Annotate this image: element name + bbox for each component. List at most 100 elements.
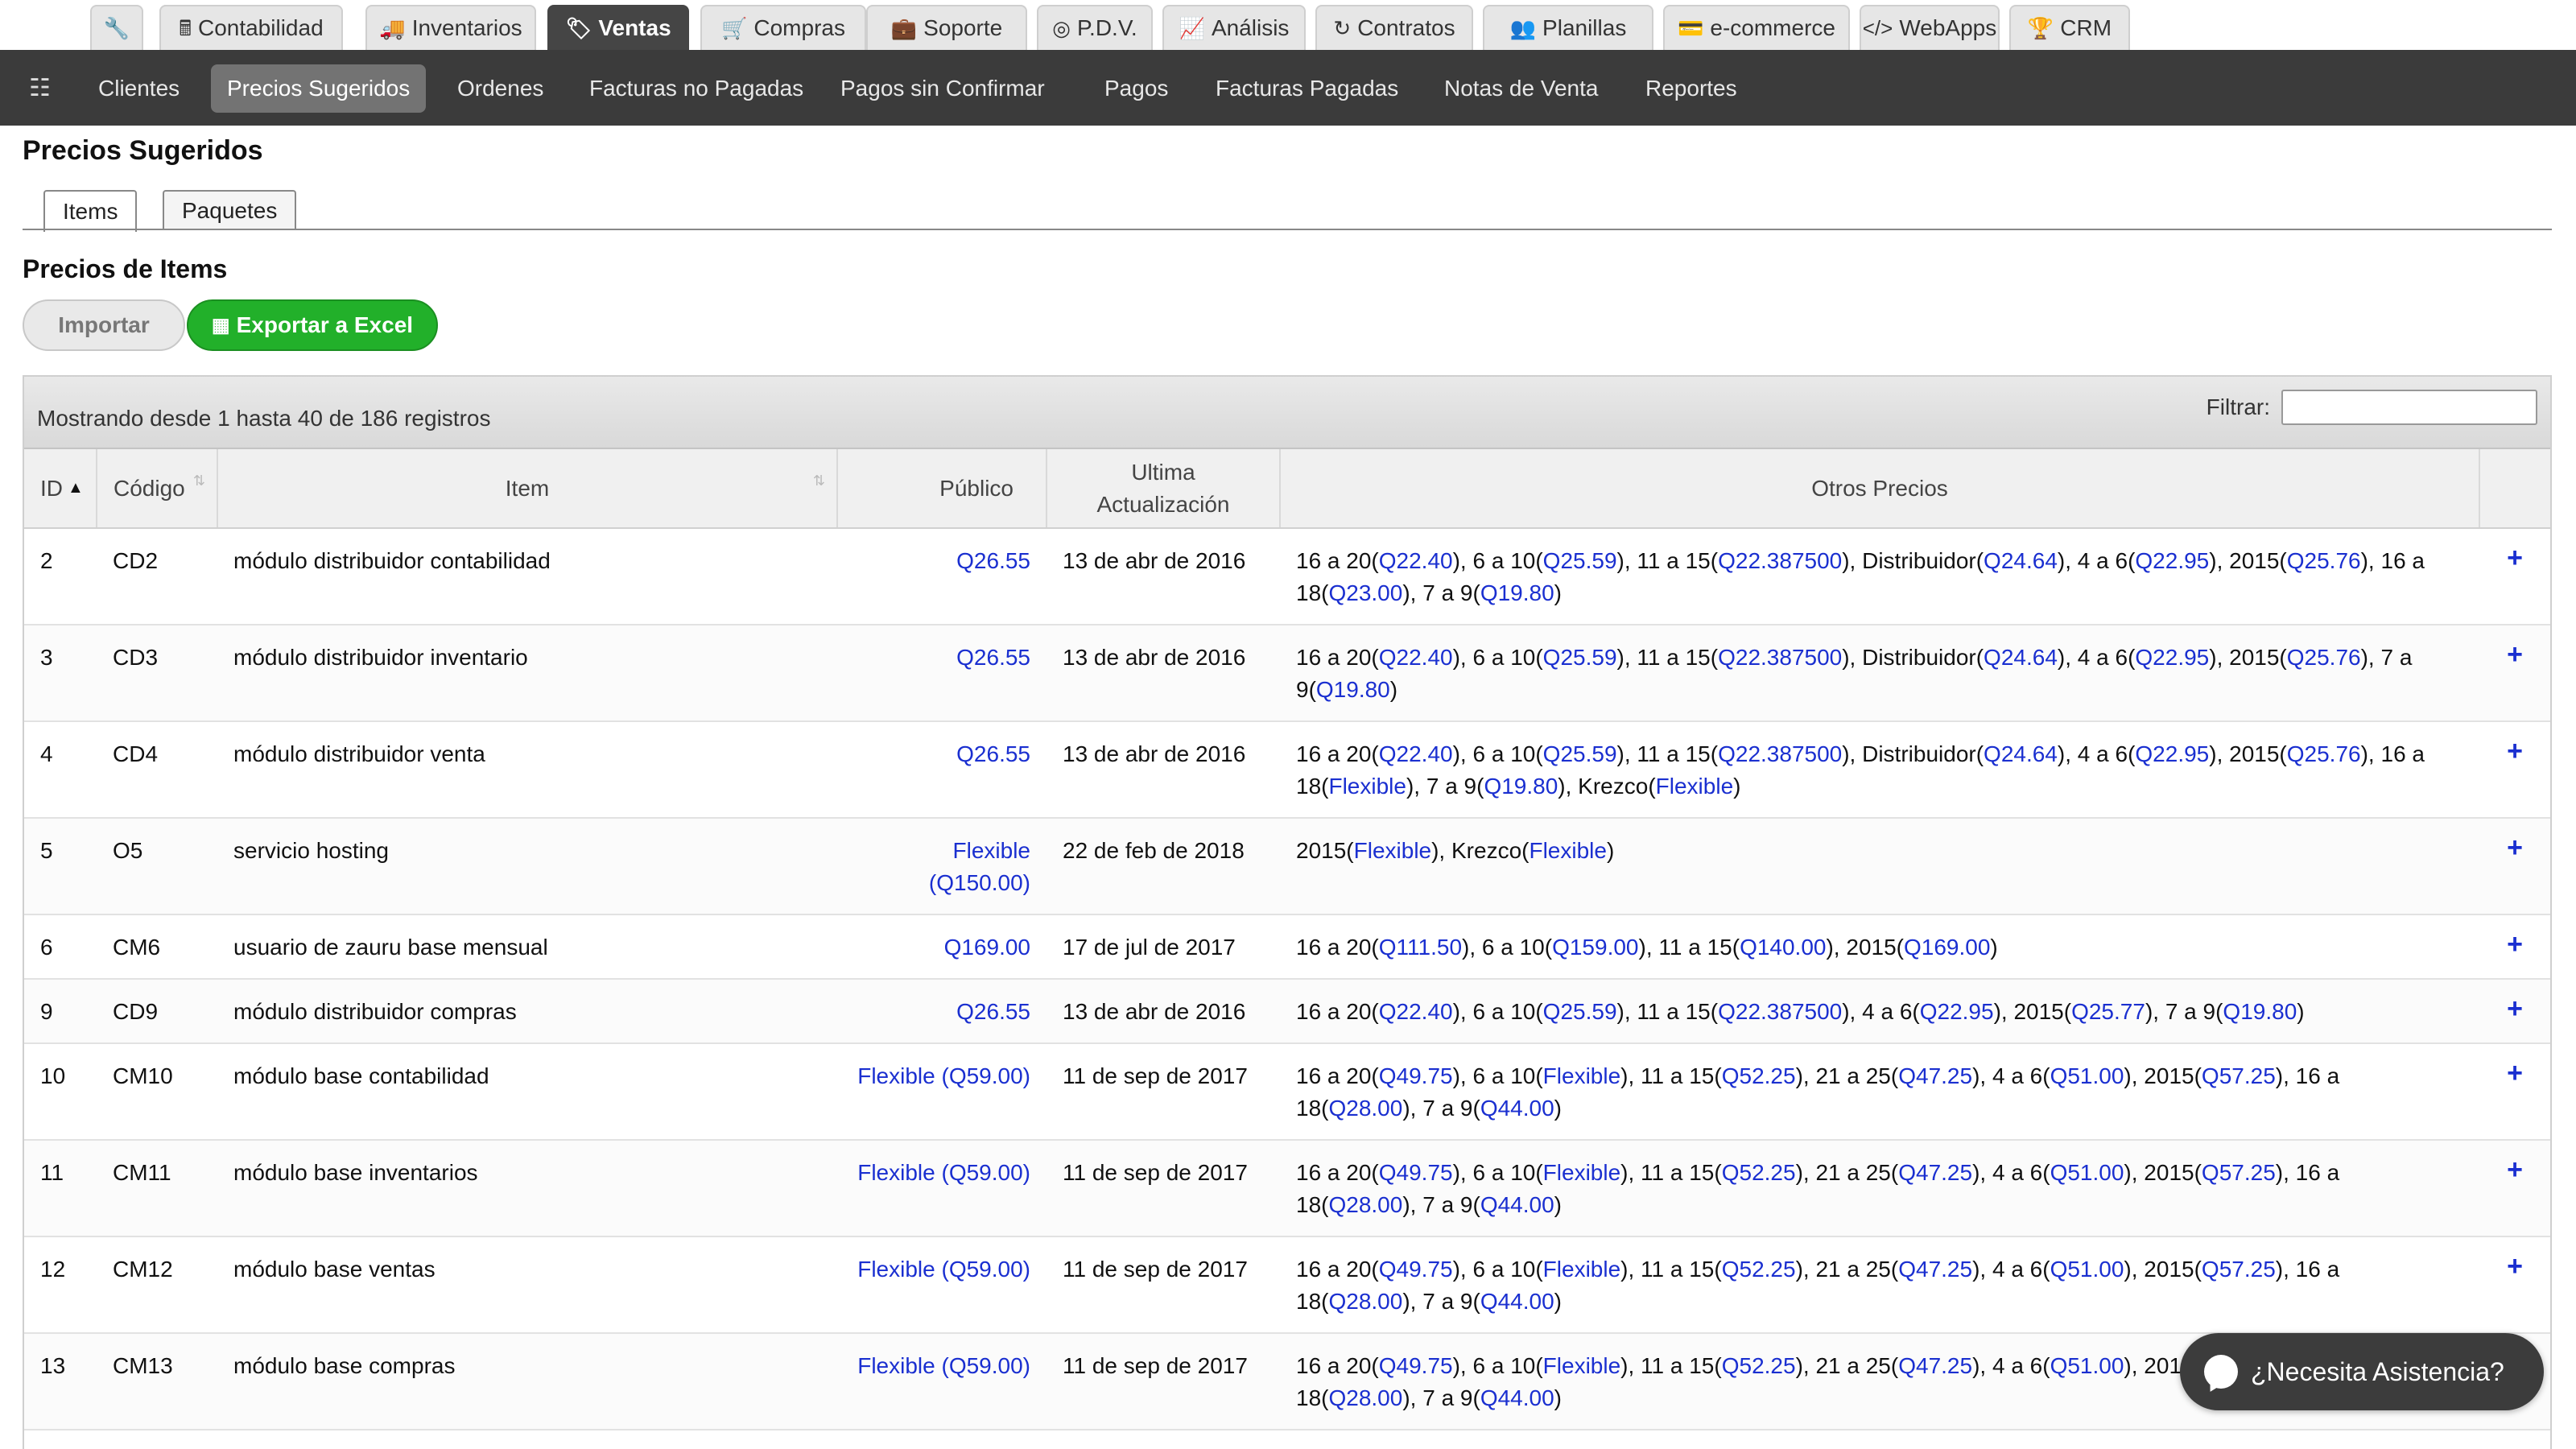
submenu-item-ordenes[interactable]: Ordenes	[441, 64, 559, 113]
price-link[interactable]: Flexible	[1328, 774, 1406, 799]
add-price-icon[interactable]: +	[2496, 1253, 2534, 1280]
price-link[interactable]: Q25.77	[2071, 999, 2145, 1024]
price-link[interactable]: Q19.80	[1316, 677, 1390, 702]
module-tab-soporte[interactable]: 💼 Soporte	[866, 5, 1027, 50]
column-header-updated[interactable]: Ultima Actualización	[1046, 449, 1281, 529]
add-price-icon[interactable]: +	[2496, 1059, 2534, 1087]
price-link[interactable]: Flexible	[1529, 838, 1606, 863]
price-link[interactable]: Q57.25	[2202, 1160, 2276, 1185]
price-link[interactable]: Flexible	[1354, 838, 1431, 863]
price-link[interactable]: Q49.75	[1379, 1063, 1453, 1088]
add-price-icon[interactable]: +	[2496, 995, 2534, 1022]
price-link[interactable]: Q52.25	[1722, 1160, 1796, 1185]
price-link[interactable]: Q47.25	[1898, 1353, 1972, 1378]
module-tab-wrench[interactable]: 🔧	[90, 5, 143, 50]
price-link[interactable]: Q22.95	[2135, 741, 2209, 766]
price-link[interactable]: Flexible (Q59.00)	[857, 1160, 1030, 1185]
price-link[interactable]: Q25.76	[2287, 645, 2361, 670]
module-tab-an-lisis[interactable]: 📈 Análisis	[1162, 5, 1306, 50]
column-header-code[interactable]: Código ⇅	[97, 449, 218, 529]
price-link[interactable]: Q25.59	[1543, 645, 1617, 670]
price-link[interactable]: Q44.00	[1480, 1289, 1554, 1314]
price-link[interactable]: Flexible (Q59.00)	[857, 1063, 1030, 1088]
price-link[interactable]: Flexible	[1543, 1257, 1620, 1282]
price-link[interactable]: Q24.64	[1984, 741, 2058, 766]
price-link[interactable]: Q22.40	[1379, 548, 1453, 573]
price-link[interactable]: Q24.64	[1984, 548, 2058, 573]
export-excel-button[interactable]: ▦ Exportar a Excel	[187, 299, 438, 351]
submenu-item-pagos-sin-confirmar[interactable]: Pagos sin Confirmar	[824, 64, 1061, 113]
price-link[interactable]: Q19.80	[2223, 999, 2297, 1024]
price-link[interactable]: Q22.95	[1920, 999, 1994, 1024]
column-header-id[interactable]: ID ▲	[24, 449, 97, 529]
price-link[interactable]: Q22.95	[2135, 645, 2209, 670]
tab-paquetes[interactable]: Paquetes	[163, 190, 297, 230]
price-link[interactable]: Q25.76	[2287, 741, 2361, 766]
price-link[interactable]: Q169.00	[1904, 935, 1990, 960]
add-price-icon[interactable]: +	[2496, 544, 2534, 572]
price-link[interactable]: Q22.387500	[1718, 741, 1842, 766]
price-link[interactable]: Q22.387500	[1718, 999, 1842, 1024]
submenu-item-facturas-pagadas[interactable]: Facturas Pagadas	[1199, 64, 1414, 113]
price-link[interactable]: Q49.75	[1379, 1257, 1453, 1282]
import-button[interactable]: Importar	[23, 299, 185, 351]
price-link[interactable]: Q47.25	[1898, 1063, 1972, 1088]
add-price-icon[interactable]: +	[2496, 737, 2534, 765]
module-tab-contabilidad[interactable]: 🖩 Contabilidad	[159, 5, 343, 50]
price-link[interactable]: Q22.95	[2135, 548, 2209, 573]
submenu-item-reportes[interactable]: Reportes	[1629, 64, 1753, 113]
price-link[interactable]: Q49.75	[1379, 1160, 1453, 1185]
price-link[interactable]: Q51.00	[2050, 1160, 2124, 1185]
price-link[interactable]: Q25.76	[2287, 548, 2361, 573]
price-link[interactable]: Q44.00	[1480, 1192, 1554, 1217]
submenu-item-facturas-no-pagadas[interactable]: Facturas no Pagadas	[573, 64, 819, 113]
price-link[interactable]: Q24.64	[1984, 645, 2058, 670]
submenu-item-pagos[interactable]: Pagos	[1088, 64, 1184, 113]
module-tab-contratos[interactable]: ↻ Contratos	[1315, 5, 1473, 50]
tab-items[interactable]: Items	[43, 190, 138, 232]
price-link[interactable]: Q52.25	[1722, 1353, 1796, 1378]
price-link[interactable]: Q51.00	[2050, 1063, 2124, 1088]
price-link[interactable]: Q44.00	[1480, 1096, 1554, 1121]
price-link[interactable]: Flexible	[1543, 1160, 1620, 1185]
assistance-chat-button[interactable]: ¿Necesita Asistencia?	[2180, 1333, 2544, 1410]
price-link[interactable]: Q22.40	[1379, 741, 1453, 766]
module-tab-e-commerce[interactable]: 💳 e-commerce	[1663, 5, 1850, 50]
price-link[interactable]: Q47.25	[1898, 1160, 1972, 1185]
price-link[interactable]: Q140.00	[1740, 935, 1826, 960]
submenu-item-clientes[interactable]: Clientes	[82, 64, 196, 113]
module-tab-ventas[interactable]: 🏷 Ventas	[547, 5, 689, 50]
price-link[interactable]: Q28.00	[1328, 1385, 1402, 1410]
filter-input[interactable]	[2281, 390, 2537, 425]
price-link[interactable]: Flexible (Q150.00)	[929, 838, 1030, 895]
price-link[interactable]: Q57.25	[2202, 1063, 2276, 1088]
price-link[interactable]: Q159.00	[1552, 935, 1638, 960]
price-link[interactable]: Q52.25	[1722, 1063, 1796, 1088]
price-link[interactable]: Q47.25	[1898, 1257, 1972, 1282]
price-link[interactable]: Q49.75	[1379, 1353, 1453, 1378]
price-link[interactable]: Q22.40	[1379, 645, 1453, 670]
price-link[interactable]: Q26.55	[956, 999, 1030, 1024]
price-link[interactable]: Q51.00	[2050, 1257, 2124, 1282]
module-tab-crm[interactable]: 🏆 CRM	[2009, 5, 2130, 50]
price-link[interactable]: Q28.00	[1328, 1192, 1402, 1217]
price-link[interactable]: Q44.00	[1480, 1385, 1554, 1410]
submenu-item-notas-de-venta[interactable]: Notas de Venta	[1428, 64, 1614, 113]
module-tab-compras[interactable]: 🛒 Compras	[700, 5, 866, 50]
price-link[interactable]: Flexible (Q59.00)	[857, 1257, 1030, 1282]
add-price-icon[interactable]: +	[2496, 1156, 2534, 1183]
module-tab-p-d-v[interactable]: ◎ P.D.V.	[1037, 5, 1153, 50]
price-link[interactable]: Q22.40	[1379, 999, 1453, 1024]
price-link[interactable]: Q169.00	[944, 935, 1030, 960]
price-link[interactable]: Q19.80	[1484, 774, 1558, 799]
add-price-icon[interactable]: +	[2496, 641, 2534, 668]
add-price-icon[interactable]: +	[2496, 834, 2534, 861]
price-link[interactable]: Q52.25	[1722, 1257, 1796, 1282]
price-link[interactable]: Q57.25	[2202, 1257, 2276, 1282]
price-link[interactable]: Flexible	[1656, 774, 1733, 799]
price-link[interactable]: Flexible	[1543, 1063, 1620, 1088]
price-link[interactable]: Q19.80	[1480, 580, 1554, 605]
column-header-other-prices[interactable]: Otros Precios	[1280, 449, 2480, 529]
price-link[interactable]: Flexible (Q59.00)	[857, 1353, 1030, 1378]
add-price-icon[interactable]: +	[2496, 931, 2534, 958]
